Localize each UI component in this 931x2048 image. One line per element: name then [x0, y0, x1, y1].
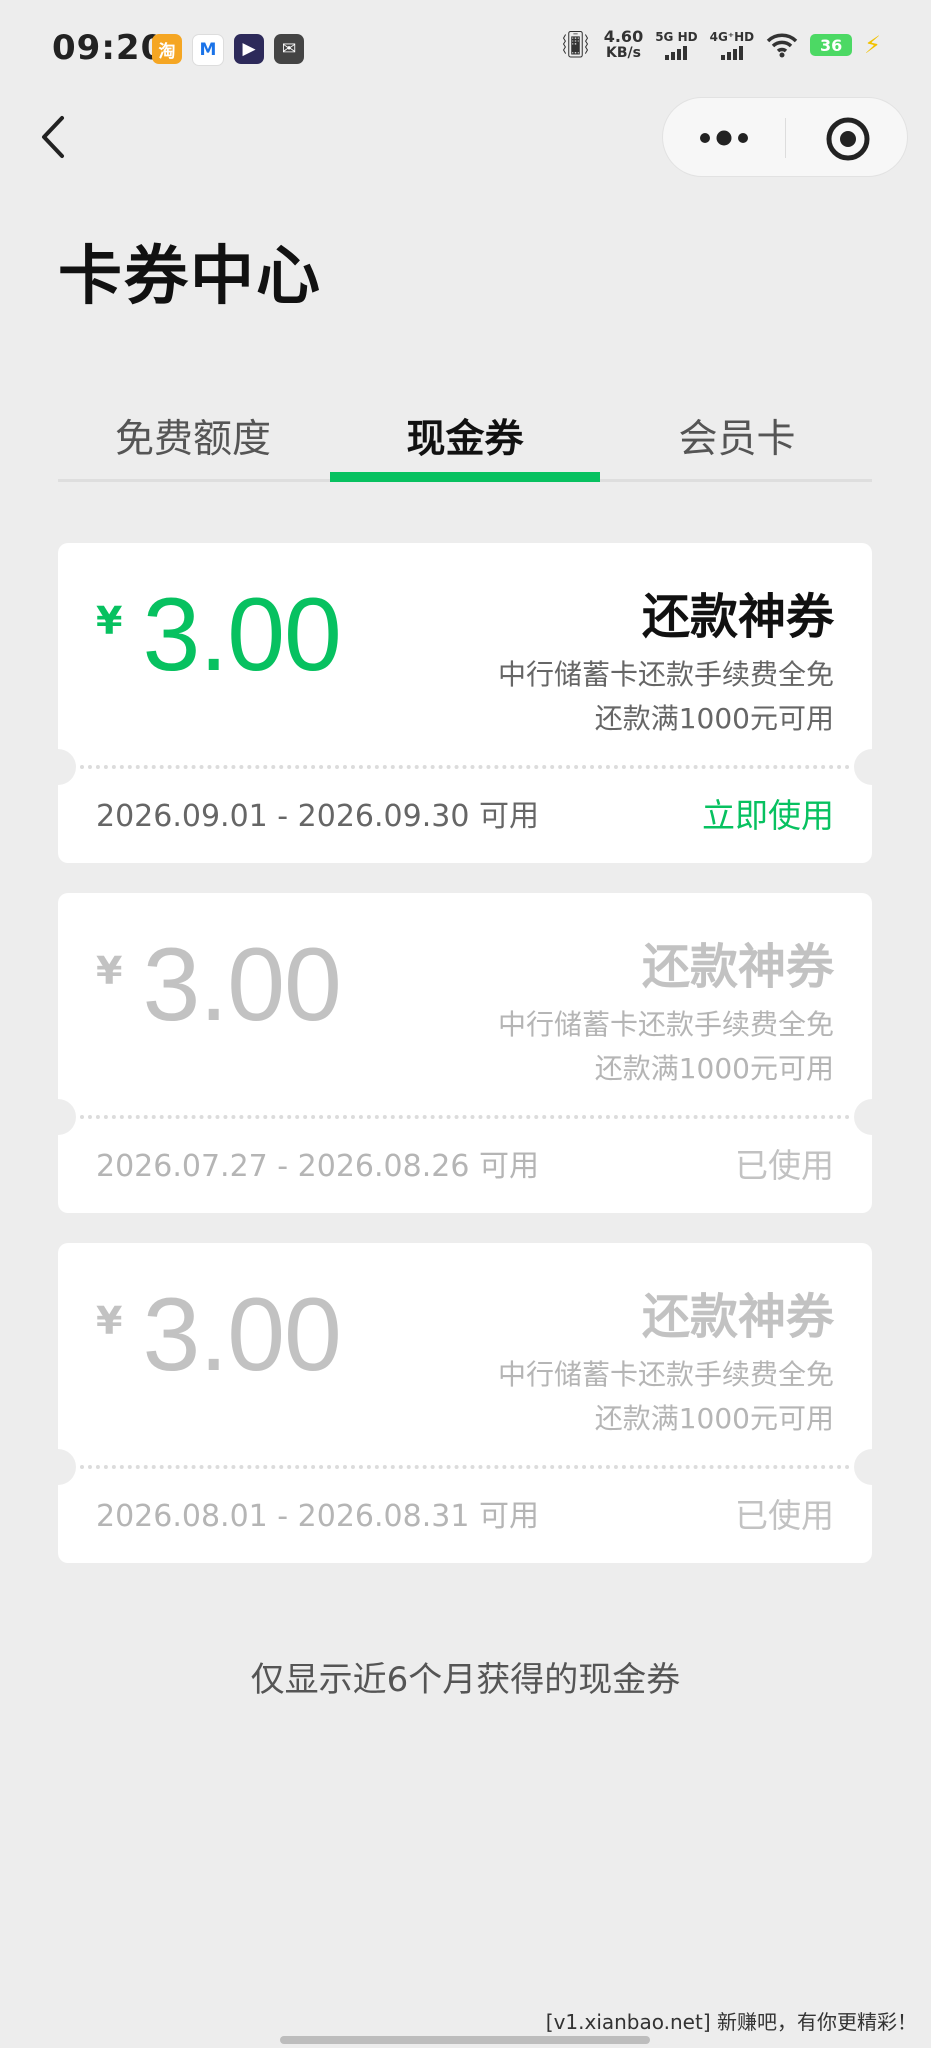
coupon-desc-line: 中行储蓄卡还款手续费全免 [497, 1008, 834, 1041]
signal-bars-icon [720, 45, 743, 60]
coupon-desc-line: 还款满1000元可用 [594, 1402, 834, 1435]
coupon-amount: ¥ 3.00 [96, 577, 342, 693]
coupon-description: 中行储蓄卡还款手续费全免 还款满1000元可用 [498, 1003, 834, 1091]
chevron-left-icon[interactable] [34, 112, 74, 162]
coupon-desc-line: 中行储蓄卡还款手续费全免 [497, 1358, 834, 1391]
signal-sim2: 4G⁺HD [709, 29, 755, 60]
signal-sim1-label: 5G HD [655, 29, 698, 44]
footer-note: 仅显示近6个月获得的现金券 [250, 1660, 681, 1700]
coupon-notch [40, 1099, 76, 1135]
vibrate-icon: 📳︎ [558, 30, 592, 60]
coupon-amount: ¥ 3.00 [96, 927, 342, 1043]
coupon-divider [80, 1115, 850, 1119]
coupon-title: 还款神券 [641, 939, 834, 995]
close-circle-icon[interactable] [825, 116, 871, 162]
network-speed-unit: KB/s [605, 45, 641, 61]
watermark: [v1.xianbao.net] 新赚吧，有你更精彩！ [545, 2010, 917, 2034]
tab-cash-coupon[interactable]: 现金券 [330, 390, 600, 482]
signal-bars-icon [665, 45, 688, 60]
coupon-validity: 2026.08.01 - 2026.08.31 可用 [96, 1499, 539, 1534]
taobao-icon: 淘 [152, 34, 182, 64]
coupon-description: 中行储蓄卡还款手续费全免 还款满1000元可用 [498, 1353, 834, 1441]
currency-symbol: ¥ [96, 599, 123, 643]
capsule-divider [785, 118, 786, 158]
coupon-card: ¥ 3.00 还款神券 中行储蓄卡还款手续费全免 还款满1000元可用 2026… [40, 893, 890, 1213]
coupon-desc-line: 还款满1000元可用 [594, 702, 834, 735]
coupon-notch [854, 1449, 890, 1485]
battery-icon: 36 [810, 34, 853, 56]
signal-sim2-label: 4G⁺HD [709, 29, 755, 44]
coupon-value: 3.00 [142, 927, 341, 1043]
coupon-card: ¥ 3.00 还款神券 中行储蓄卡还款手续费全免 还款满1000元可用 2026… [40, 543, 890, 863]
tab-free-quota[interactable]: 免费额度 [58, 390, 328, 482]
coupon-used-status: 已使用 [735, 1496, 834, 1535]
wifi-icon [766, 33, 798, 58]
page-title: 卡券中心 [58, 240, 322, 314]
signal-sim1: 5G HD [655, 29, 698, 60]
coupon-desc-line: 中行储蓄卡还款手续费全免 [497, 658, 834, 691]
coupon-desc-line: 还款满1000元可用 [594, 1052, 834, 1085]
coupon-card: ¥ 3.00 还款神券 中行储蓄卡还款手续费全免 还款满1000元可用 2026… [40, 1243, 890, 1563]
network-speed: 4.60 KB/s [604, 28, 643, 62]
currency-symbol: ¥ [96, 949, 123, 993]
mail-app-icon: M [192, 34, 224, 66]
coupon-validity: 2026.09.01 - 2026.09.30 可用 [96, 799, 539, 834]
coupon-description: 中行储蓄卡还款手续费全免 还款满1000元可用 [498, 653, 834, 741]
more-dots-icon[interactable] [697, 122, 751, 154]
clock: 09:20 [52, 28, 166, 68]
notification-icons: 淘 M ▶ ✉ [152, 34, 304, 66]
coupon-notch [854, 1099, 890, 1135]
coupon-validity: 2026.07.27 - 2026.08.26 可用 [96, 1149, 539, 1184]
coupon-notch [854, 749, 890, 785]
coupon-value: 3.00 [142, 1277, 341, 1393]
coupon-title: 还款神券 [641, 1289, 834, 1345]
status-bar: 09:20 淘 M ▶ ✉ 📳︎ 4.60 KB/s 5G HD 4G⁺HD 3… [0, 0, 931, 100]
tab-membership-card[interactable]: 会员卡 [602, 390, 872, 482]
video-app-icon: ▶ [234, 34, 264, 64]
use-now-button[interactable]: 立即使用 [702, 789, 834, 837]
coupon-amount: ¥ 3.00 [96, 1277, 342, 1393]
charging-icon: ⚡ [864, 31, 881, 59]
coupon-title: 还款神券 [641, 589, 834, 645]
coupon-value: 3.00 [142, 577, 341, 693]
coupon-notch [40, 749, 76, 785]
currency-symbol: ¥ [96, 1299, 123, 1343]
tab-bar: 免费额度 现金券 会员卡 [58, 390, 872, 482]
network-speed-value: 4.60 [603, 27, 644, 46]
home-indicator[interactable] [280, 2036, 650, 2044]
coupon-divider [80, 765, 850, 769]
active-tab-indicator [330, 472, 600, 482]
coupon-used-status: 已使用 [735, 1146, 834, 1185]
coupon-divider [80, 1465, 850, 1469]
mini-program-capsule [662, 97, 908, 177]
message-app-icon: ✉ [274, 34, 304, 64]
coupon-notch [40, 1449, 76, 1485]
system-icons: 📳︎ 4.60 KB/s 5G HD 4G⁺HD 36 ⚡ [559, 28, 881, 62]
